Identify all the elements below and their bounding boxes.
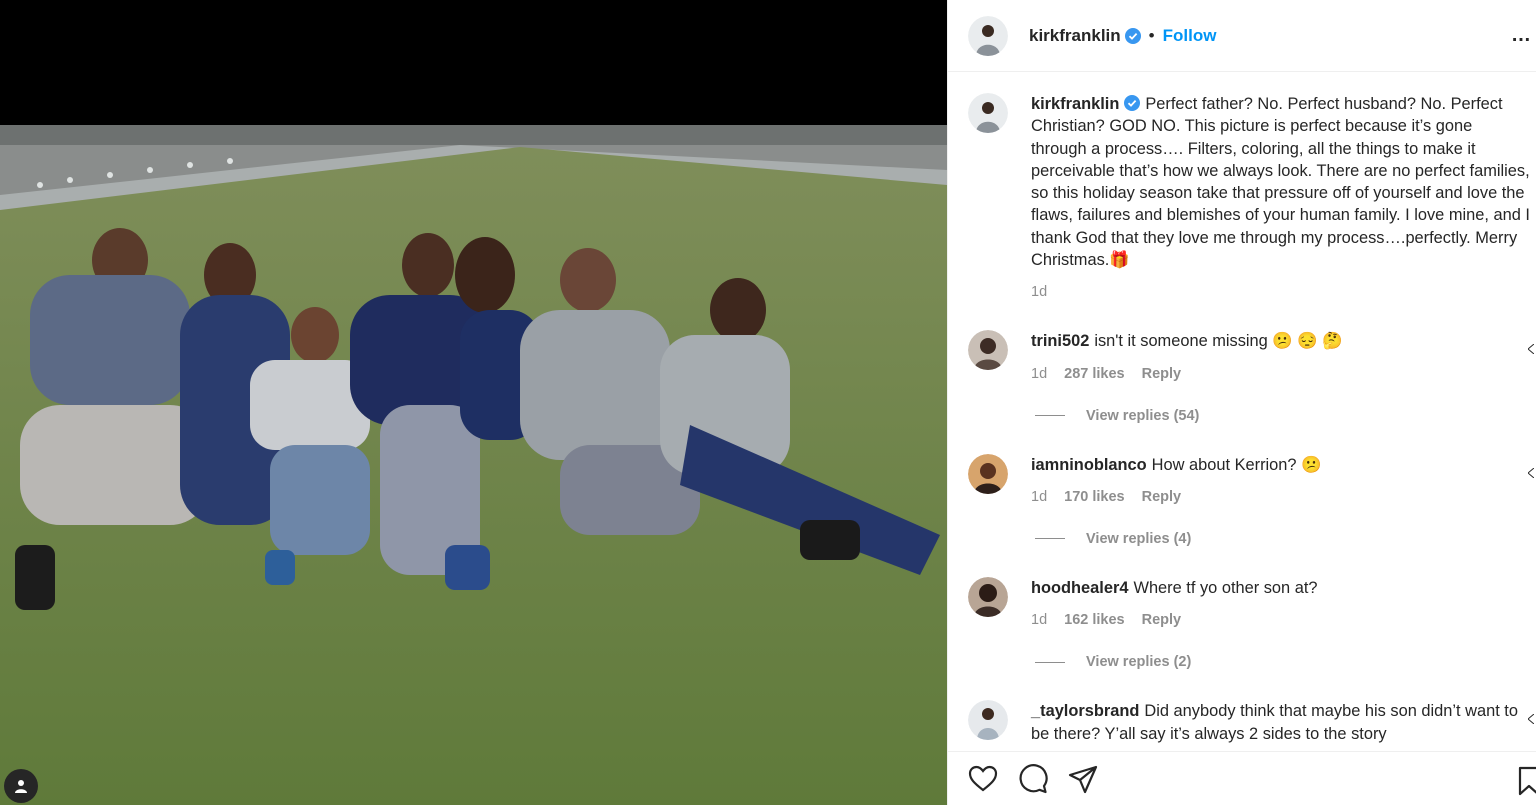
- caption-row: kirkfranklin Perfect father? No. Perfect …: [968, 93, 1536, 300]
- replies-line: [1035, 538, 1065, 540]
- verified-badge-icon: [1124, 95, 1141, 111]
- comment-row: _taylorsbrand Did anybody think that mayb…: [968, 700, 1536, 745]
- author-avatar[interactable]: [968, 93, 1008, 133]
- caption-body: Perfect father? No. Perfect husband? No.…: [1031, 95, 1530, 270]
- caption-meta: 1d: [1031, 284, 1531, 300]
- commenter-avatar[interactable]: [968, 700, 1008, 741]
- view-replies-label: View replies (54): [1086, 407, 1200, 424]
- comment-text: How about Kerrion? 😕: [1151, 455, 1322, 474]
- view-replies-label: View replies (4): [1086, 530, 1192, 547]
- comment-username[interactable]: hoodhealer4: [1031, 579, 1128, 597]
- comment-likes[interactable]: 170 likes: [1064, 489, 1124, 505]
- comment-like-icon[interactable]: [1528, 714, 1534, 725]
- view-replies-button[interactable]: View replies (54): [1035, 408, 1536, 424]
- comment-like-icon[interactable]: [1528, 467, 1534, 478]
- author-username[interactable]: kirkfranklin: [1029, 26, 1121, 46]
- caption-age: 1d: [1031, 284, 1048, 301]
- comment-username[interactable]: iamninoblanco: [1031, 456, 1147, 474]
- comment-username[interactable]: trini502: [1031, 332, 1089, 350]
- commenter-avatar[interactable]: [968, 576, 1008, 617]
- post-actions-bar: [948, 751, 1536, 805]
- comment-likes[interactable]: 287 likes: [1064, 366, 1124, 382]
- replies-line: [1035, 661, 1065, 663]
- author-avatar[interactable]: [968, 15, 1008, 56]
- replies-line: [1035, 415, 1065, 417]
- view-replies-button[interactable]: View replies (2): [1035, 654, 1536, 670]
- view-replies-button[interactable]: View replies (4): [1035, 531, 1536, 547]
- more-options-icon[interactable]: …: [1511, 24, 1532, 47]
- comments-list[interactable]: kirkfranklin Perfect father? No. Perfect …: [948, 73, 1536, 751]
- comment-icon[interactable]: [1018, 763, 1048, 794]
- view-replies-label: View replies (2): [1086, 654, 1192, 671]
- commenter-avatar[interactable]: [968, 330, 1008, 371]
- caption-username[interactable]: kirkfranklin: [1031, 95, 1119, 113]
- comment-row: hoodhealer4 Where tf yo other son at? 1d …: [968, 576, 1536, 629]
- comment-text: Where tf yo other son at?: [1133, 578, 1318, 597]
- comment-text: isn't it someone missing 😕 😔 🤔: [1094, 332, 1343, 351]
- reply-button[interactable]: Reply: [1142, 612, 1182, 628]
- separator-dot: •: [1148, 25, 1155, 45]
- comment-username[interactable]: _taylorsbrand: [1031, 702, 1139, 720]
- post-side-panel: kirkfranklin • Follow … kirkfranklin Perf…: [947, 0, 1536, 805]
- family-photo: [0, 125, 947, 805]
- comment-age: 1d: [1031, 488, 1048, 505]
- share-icon[interactable]: [1068, 764, 1098, 794]
- comment-age: 1d: [1031, 365, 1048, 382]
- user-tag-icon[interactable]: [4, 769, 38, 803]
- comment-age: 1d: [1031, 612, 1048, 629]
- comment-like-icon[interactable]: [1528, 344, 1534, 355]
- heart-icon[interactable]: [968, 764, 998, 794]
- follow-button[interactable]: Follow: [1163, 26, 1217, 46]
- comment-likes[interactable]: 162 likes: [1064, 612, 1124, 628]
- comment-row: trini502 isn't it someone missing 😕 😔 🤔 1…: [968, 330, 1536, 382]
- post-header: kirkfranklin • Follow …: [948, 0, 1536, 72]
- verified-badge-icon: [1124, 27, 1141, 44]
- reply-button[interactable]: Reply: [1142, 489, 1182, 505]
- caption-text: kirkfranklin Perfect father? No. Perfect …: [1031, 93, 1531, 271]
- comment-row: iamninoblanco How about Kerrion? 😕 1d 170…: [968, 453, 1536, 505]
- commenter-avatar[interactable]: [968, 453, 1008, 494]
- reply-button[interactable]: Reply: [1142, 366, 1182, 382]
- bookmark-icon[interactable]: [1516, 766, 1536, 796]
- post-media[interactable]: [0, 0, 947, 805]
